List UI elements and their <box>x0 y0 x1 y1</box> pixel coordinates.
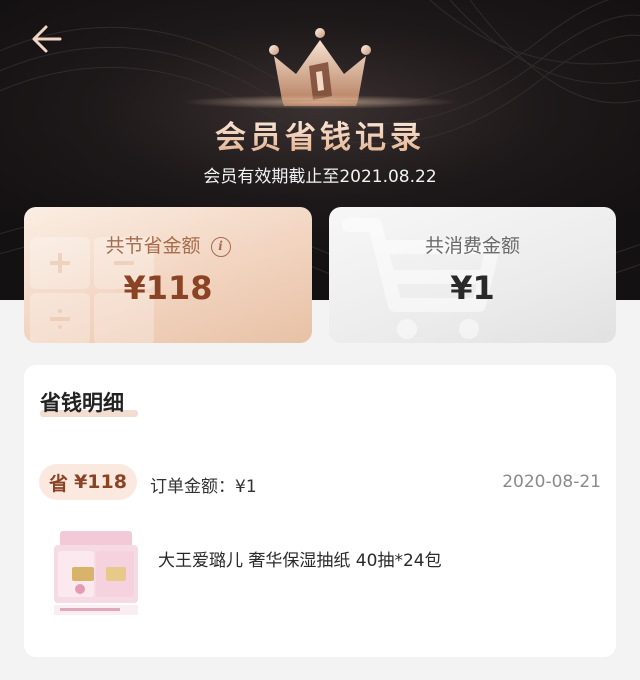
page-title: 会员省钱记录 <box>0 112 640 157</box>
total-spent-card: 共消费金额 ¥1 <box>329 207 616 343</box>
info-icon[interactable]: i <box>210 237 231 257</box>
order-date: 2020-08-21 <box>502 472 601 492</box>
total-spent-value: ¥1 <box>450 269 495 307</box>
total-saved-card: 共节省金额 i ¥118 <box>24 207 312 343</box>
total-spent-label: 共消费金额 <box>424 235 520 257</box>
order-saved-badge: 省 ¥118 <box>39 464 137 500</box>
back-button[interactable] <box>26 22 66 56</box>
tissue-pack-image[interactable] <box>50 525 142 621</box>
savings-detail-title: 省钱明细 <box>40 391 124 415</box>
product-name[interactable]: 大王爱璐儿 奢华保湿抽纸 40抽*24包 <box>158 546 442 571</box>
order-saved-amount: ¥118 <box>74 471 127 493</box>
order-amount: 订单金额：¥1 <box>150 477 257 497</box>
total-saved-value: ¥118 <box>123 269 213 307</box>
back-arrow-icon <box>32 25 62 53</box>
crown-glow <box>180 95 460 109</box>
savings-detail-panel: 省钱明细 省 ¥118 订单金额：¥1 2020-08-21 大王爱璐儿 奢华保… <box>24 365 616 657</box>
save-prefix: 省 <box>49 472 69 495</box>
total-saved-label: 共节省金额 i <box>24 231 312 258</box>
membership-expiry: 会员有效期截止至2021.08.22 <box>203 167 437 187</box>
